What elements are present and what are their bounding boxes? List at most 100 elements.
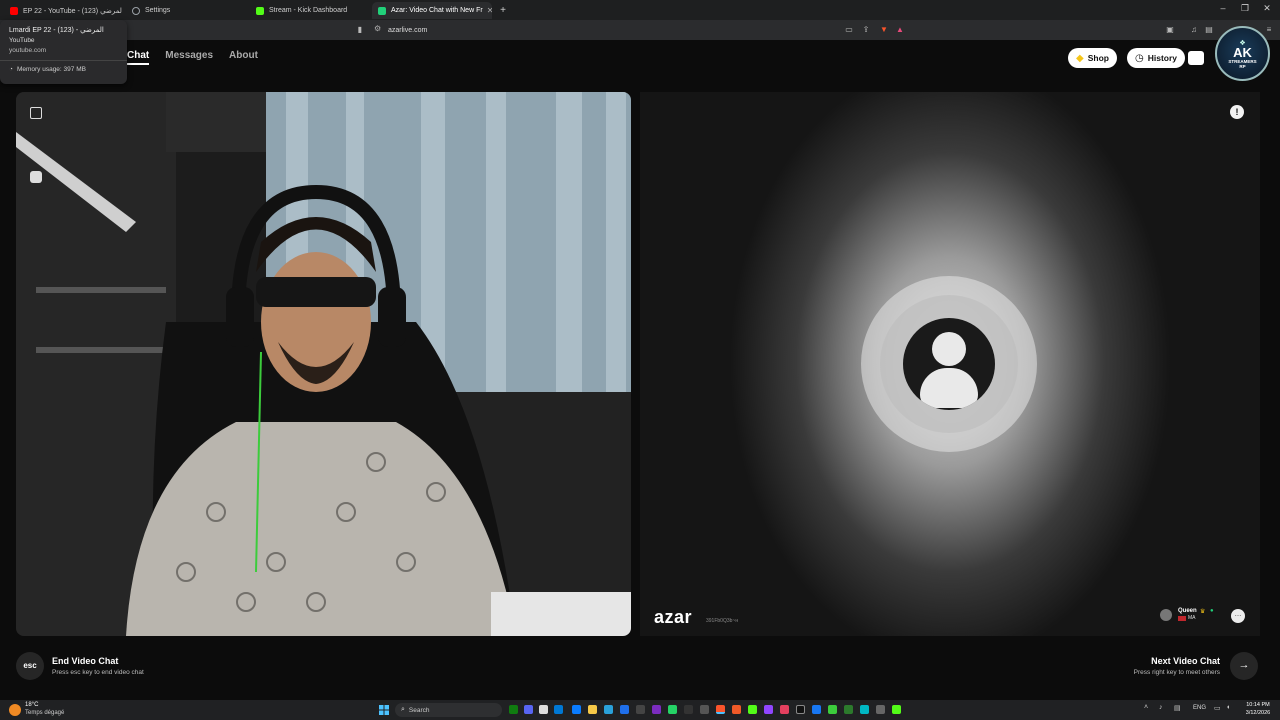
nav-about[interactable]: About: [229, 50, 258, 65]
bookmark-icon[interactable]: ▮: [354, 24, 366, 36]
partner-country: MA: [1188, 615, 1196, 621]
history-label: History: [1147, 53, 1178, 63]
cast-icon[interactable]: ▭: [843, 24, 855, 36]
shop-button[interactable]: ◆ Shop: [1068, 48, 1117, 68]
app-icon[interactable]: [700, 705, 709, 714]
expand-icon[interactable]: [30, 107, 42, 119]
nav-messages[interactable]: Messages: [165, 50, 213, 65]
kick-icon[interactable]: [748, 705, 757, 714]
tab-title: Settings: [145, 7, 171, 14]
history-button[interactable]: ◷ History: [1127, 48, 1186, 68]
site-info-icon[interactable]: ⚙: [374, 24, 381, 33]
tray-icon[interactable]: ▤: [1174, 704, 1181, 712]
session-id: 391Fb0Q3b~ʜ: [706, 618, 739, 624]
partner-name: Queen: [1178, 608, 1197, 614]
app-icon[interactable]: [604, 705, 613, 714]
next-video-chat-button[interactable]: Next Video Chat: [1151, 656, 1220, 666]
url-field[interactable]: ⚙ azarlive.com: [370, 23, 910, 37]
app-icon[interactable]: [684, 705, 693, 714]
sidebar-icon[interactable]: ▣: [1164, 24, 1176, 36]
app-icon[interactable]: [892, 705, 901, 714]
youtube-icon: [10, 6, 18, 15]
folder-icon[interactable]: [588, 705, 597, 714]
chevron-up-icon[interactable]: ˄: [1144, 704, 1148, 711]
action-bar: esc End Video Chat Press esc key to end …: [0, 645, 1280, 690]
next-hint: Press right key to meet others: [1133, 669, 1220, 676]
language-indicator[interactable]: ENG: [1193, 705, 1206, 711]
brave-shield-icon[interactable]: ▼: [878, 24, 890, 36]
app-icon[interactable]: [812, 705, 821, 714]
share-icon[interactable]: ⇪: [860, 24, 872, 36]
webcam-image: [16, 92, 631, 636]
channel-logo: ❖ AK STREAMERS RP: [1215, 26, 1270, 81]
esc-key-button[interactable]: esc: [16, 652, 44, 680]
obs-icon[interactable]: [636, 705, 645, 714]
weather-icon[interactable]: [9, 704, 21, 716]
restore-icon[interactable]: ❐: [1235, 3, 1255, 14]
menu-icon[interactable]: ≡: [1263, 24, 1275, 36]
report-icon[interactable]: !: [1230, 105, 1244, 119]
tab-settings[interactable]: Settings: [126, 2, 244, 19]
tab-azar[interactable]: Azar: Video Chat with New Fr ✕: [372, 2, 492, 19]
end-hint: Press esc key to end video chat: [52, 669, 144, 676]
inbox-icon[interactable]: [1188, 51, 1204, 65]
hover-card-title: Lmardi EP 22 - المرضي - (123): [9, 27, 104, 34]
local-video: [16, 92, 631, 636]
network-icon[interactable]: ▭: [1214, 704, 1221, 712]
partner-avatar: [1160, 609, 1172, 621]
remote-video: ! azar 391Fb0Q3b~ʜ Queen ♛ ● MA …: [640, 92, 1260, 636]
taskbar-search[interactable]: ⌕ Search: [395, 703, 502, 717]
rewards-icon[interactable]: ▲: [894, 24, 906, 36]
instagram-icon[interactable]: [780, 705, 789, 714]
discord-icon[interactable]: [524, 705, 533, 714]
memory-usage: Memory usage: 397 MB: [16, 66, 86, 73]
reading-list-icon[interactable]: ▤: [1203, 24, 1215, 36]
address-bar: ▮ ⚙ azarlive.com ▭ ⇪ ▼ ▲ ▣ ♫ ▤ ≡: [0, 20, 1280, 40]
brave-icon[interactable]: [716, 705, 725, 714]
tab-youtube[interactable]: EP 22 - YouTube - المرضي (123) ✕: [4, 2, 122, 19]
clock-icon: ◷: [1135, 52, 1144, 64]
tab-title: Stream - Kick Dashboard: [269, 7, 348, 14]
chat-bubble-icon[interactable]: …: [1231, 609, 1245, 623]
new-tab-button[interactable]: +: [496, 2, 510, 19]
url-text: azarlive.com: [388, 26, 428, 34]
twitch-icon[interactable]: [764, 705, 773, 714]
gear-icon: [132, 6, 140, 15]
nav-chat[interactable]: Chat: [127, 50, 150, 65]
clock-time[interactable]: 10:14 PM: [1243, 702, 1273, 708]
app-icon[interactable]: [860, 705, 869, 714]
whatsapp-icon[interactable]: [668, 705, 677, 714]
volume-icon[interactable]: ◖: [1226, 704, 1230, 711]
arrow-right-icon[interactable]: →: [1230, 652, 1258, 680]
clock-date[interactable]: 3/12/2026: [1243, 710, 1273, 716]
close-window-icon[interactable]: ✕: [1257, 3, 1277, 14]
close-tab-icon[interactable]: ✕: [483, 6, 492, 15]
app-icon[interactable]: [844, 705, 853, 714]
mask-icon[interactable]: [30, 171, 42, 183]
weather-temp: 18°C: [25, 702, 39, 708]
app-icon[interactable]: [876, 705, 885, 714]
search-icon: ⌕: [401, 706, 405, 713]
mic-icon[interactable]: ♪: [1159, 704, 1163, 711]
app-icon[interactable]: [732, 705, 741, 714]
app-icon[interactable]: [828, 705, 837, 714]
store-icon[interactable]: [554, 705, 563, 714]
windows-taskbar: 18°C Temps dégagé ⌕ Search ˄ ♪ ▤ ENG ▭ ◖…: [0, 700, 1280, 720]
memory-icon: ◔: [9, 66, 13, 73]
verified-icon: ●: [1210, 608, 1214, 614]
tab-kick[interactable]: Stream - Kick Dashboard: [250, 2, 368, 19]
user-avatar-icon: [903, 318, 995, 410]
xbox-icon[interactable]: [509, 705, 518, 714]
azar-logo: azar: [654, 607, 693, 627]
app-icon[interactable]: [652, 705, 661, 714]
taskview-icon[interactable]: [539, 705, 548, 714]
windows-start-icon[interactable]: [379, 705, 389, 715]
kick-icon: [256, 6, 264, 15]
minimize-icon[interactable]: –: [1213, 3, 1233, 13]
app-icon[interactable]: [620, 705, 629, 714]
edge-icon[interactable]: [572, 705, 581, 714]
end-video-chat-button[interactable]: End Video Chat: [52, 656, 118, 666]
media-icon[interactable]: ♫: [1188, 24, 1200, 36]
tab-title: Azar: Video Chat with New Fr: [391, 7, 483, 14]
tiktok-icon[interactable]: [796, 705, 805, 714]
